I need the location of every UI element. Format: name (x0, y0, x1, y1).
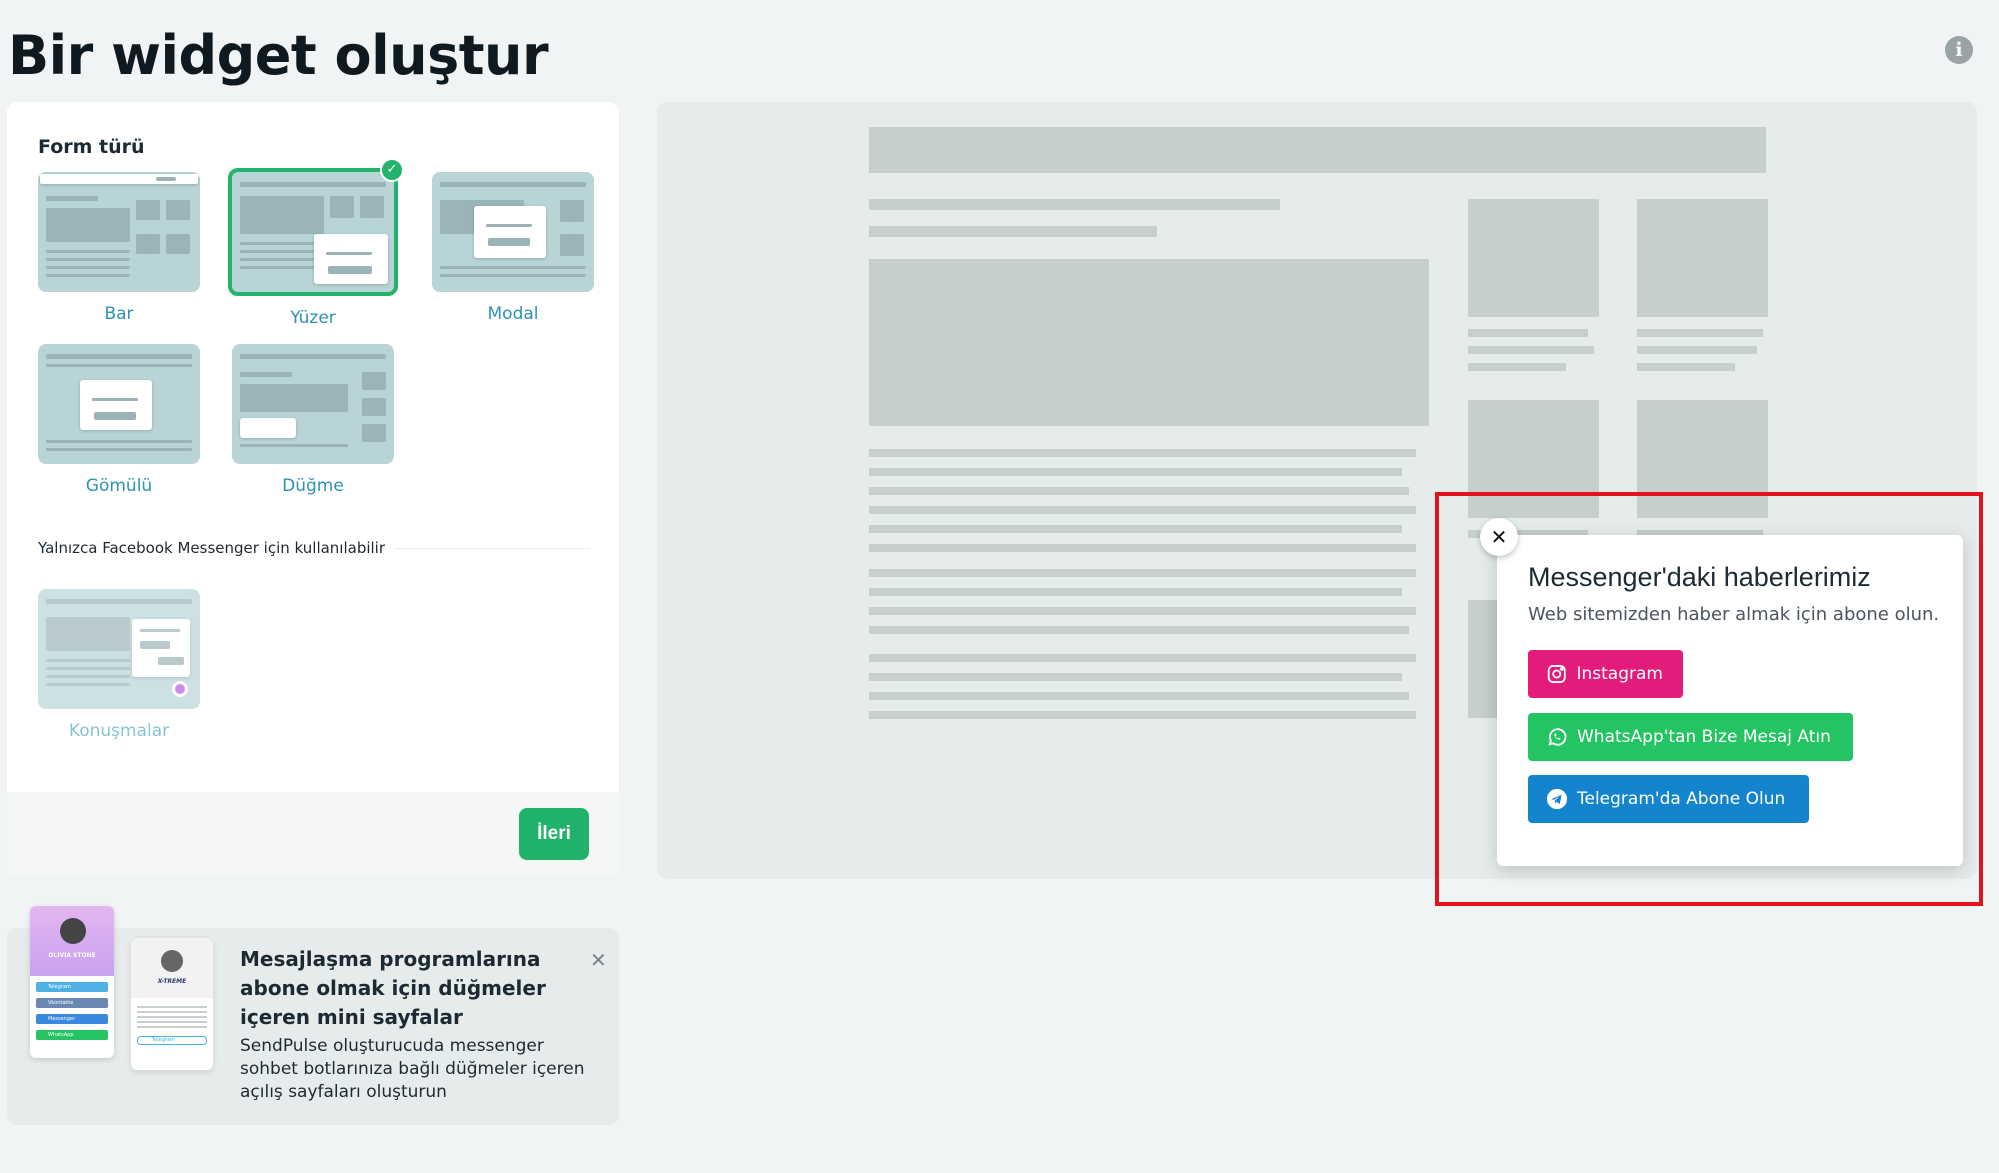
promo-preview-image: X-TREME Telegram (131, 938, 213, 1070)
info-icon[interactable]: i (1945, 36, 1973, 64)
telegram-button-label: Telegram'da Abone Olun (1577, 789, 1786, 809)
button-thumbnail (232, 344, 394, 464)
form-option-label: Modal (487, 304, 539, 324)
form-type-label: Form türü (38, 136, 145, 158)
form-option-embedded[interactable]: Gömülü (38, 344, 200, 496)
form-option-modal[interactable]: Modal (432, 172, 594, 324)
close-icon[interactable]: ✕ (1480, 518, 1518, 556)
next-button[interactable]: İleri (519, 808, 589, 860)
whatsapp-button[interactable]: WhatsApp'tan Bize Mesaj Atın (1528, 713, 1853, 761)
whatsapp-button-label: WhatsApp'tan Bize Mesaj Atın (1577, 727, 1831, 747)
close-icon[interactable]: ✕ (590, 948, 607, 972)
conversations-thumbnail (38, 589, 200, 709)
promo-description: SendPulse oluşturucuda messenger sohbet … (240, 1036, 585, 1102)
instagram-button[interactable]: Instagram (1528, 650, 1683, 698)
form-option-floating[interactable]: ✓ Yüzer (228, 158, 404, 328)
promo-preview-image: OLIVIA STONE Telegram Vkontakte Messenge… (30, 906, 114, 1058)
form-option-conversations[interactable]: Konuşmalar (38, 589, 200, 741)
form-option-label: Yüzer (290, 308, 336, 328)
form-type-panel: Form türü Bar ✓ Yüzer Modal Gömülü Düğme… (7, 102, 619, 877)
messenger-only-note: Yalnızca Facebook Messenger için kullanı… (38, 539, 396, 557)
telegram-icon (1546, 788, 1568, 810)
form-option-button[interactable]: Düğme (232, 344, 394, 496)
widget-subtitle: Web sitemizden haber almak için abone ol… (1528, 604, 1940, 625)
instagram-button-label: Instagram (1576, 664, 1664, 684)
instagram-icon (1547, 665, 1566, 683)
floating-thumbnail (228, 168, 398, 296)
form-option-label: Düğme (282, 476, 344, 496)
widget-title: Messenger'daki haberlerimiz (1528, 562, 1871, 592)
modal-thumbnail (432, 172, 594, 292)
bar-thumbnail (38, 172, 200, 292)
selected-check-icon: ✓ (380, 158, 404, 182)
form-option-label: Bar (104, 304, 134, 324)
panel-footer: İleri (7, 792, 619, 877)
whatsapp-icon (1548, 728, 1567, 746)
page-title: Bir widget oluştur (8, 24, 549, 87)
telegram-button[interactable]: Telegram'da Abone Olun (1528, 775, 1809, 823)
form-option-label: Konuşmalar (68, 721, 170, 741)
promo-card: OLIVIA STONE Telegram Vkontakte Messenge… (7, 906, 619, 1125)
embedded-thumbnail (38, 344, 200, 464)
form-option-bar[interactable]: Bar (38, 172, 200, 324)
form-option-label: Gömülü (85, 476, 153, 496)
promo-title: Mesajlaşma programlarına abone olmak içi… (240, 947, 546, 1029)
messenger-widget: ✕ Messenger'daki haberlerimiz Web sitemi… (1480, 518, 1963, 866)
